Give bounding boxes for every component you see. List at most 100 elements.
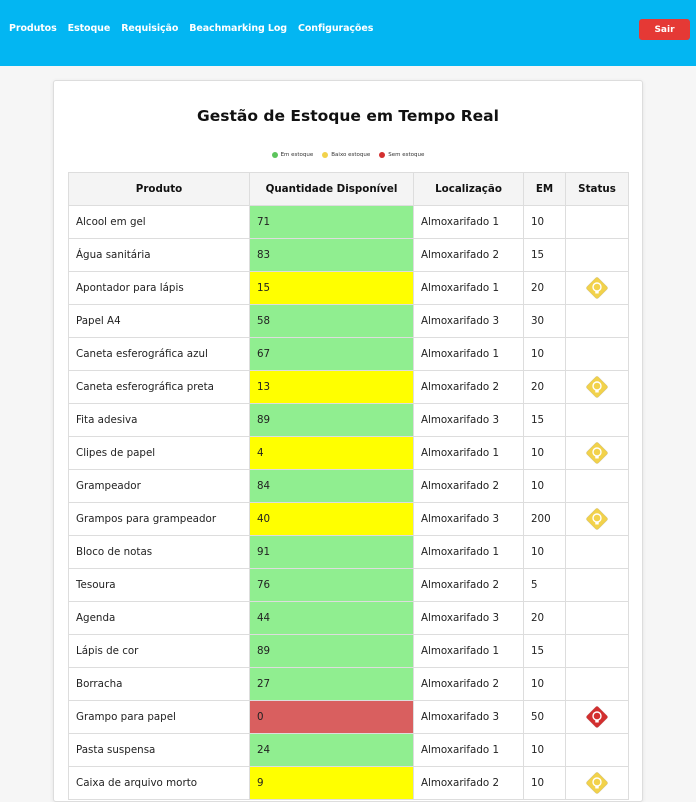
nav-benchmarking-log[interactable]: Beachmarking Log [189, 23, 287, 34]
table-row: Caneta esferográfica azul 67 Almoxarifado … [68, 337, 629, 371]
table-row: Tesoura 76 Almoxarifado 25 [68, 568, 629, 602]
cell-produto: Grampo para papel [68, 700, 250, 734]
cell-produto: Lápis de cor [68, 634, 250, 668]
cell-em: 50 [523, 700, 566, 734]
table-row: Fita adesiva 89 Almoxarifado 3 15 [68, 403, 629, 437]
cell-produto: Pasta suspensa [68, 733, 250, 767]
cell-status [565, 667, 629, 701]
cell-quantidade: 71 [249, 205, 414, 239]
cell-quantidade: 24 [249, 733, 414, 767]
cell-localizacao: Almoxarifado 2 [413, 469, 524, 503]
cell-quantidade: 76 [249, 568, 414, 602]
cell-status [565, 535, 629, 569]
cell-quantidade: 15 [249, 271, 414, 305]
cell-produto: Bloco de notas [68, 535, 250, 569]
cell-quantidade: 13 [249, 370, 414, 404]
legend-label: Sem estoque [388, 152, 425, 158]
page-title: Gestão de Estoque em Tempo Real [197, 107, 499, 125]
cell-status [565, 502, 629, 536]
nav-requisicao[interactable]: Requisição [121, 23, 178, 34]
cell-em: 15 [523, 403, 566, 437]
legend-item-baixo-estoque: Baixo estoque [322, 152, 370, 158]
critical-bulb-icon [581, 706, 613, 728]
cell-status [565, 403, 629, 437]
cell-quantidade: 40 [249, 502, 414, 536]
cell-em: 20 [523, 601, 566, 635]
cell-quantidade: 89 [249, 403, 414, 437]
cell-localizacao: Almoxarifado 3 [413, 304, 524, 338]
cell-produto: Fita adesiva [68, 403, 250, 437]
warning-bulb-icon [581, 376, 613, 398]
table-row: Papel A4 58 Almoxarifado 3 30 [68, 304, 629, 338]
warning-bulb-icon [581, 772, 613, 794]
table-row: Clipes de papel 4 Almoxarifado 1 10 [68, 436, 629, 470]
cell-produto: Grampeador [68, 469, 250, 503]
cell-em: 10 [523, 733, 566, 767]
legend-label: Em estoque [280, 152, 314, 158]
table-row: Grampos para grampeador 40 Almoxarifado 32… [68, 502, 629, 536]
warning-bulb-icon [581, 277, 613, 299]
cell-localizacao: Almoxarifado 3 [413, 700, 524, 734]
cell-produto: Caixa de arquivo morto [68, 766, 250, 800]
cell-em: 20 [523, 370, 566, 404]
legend-dot-yellow [322, 152, 329, 158]
column-header-em: EM [523, 172, 566, 206]
warning-bulb-icon [581, 442, 613, 464]
cell-produto: Apontador para lápis [68, 271, 250, 305]
cell-status [565, 436, 629, 470]
table-row: Borracha 27 Almoxarifado 2 10 [68, 667, 629, 701]
cell-produto: Agenda [68, 601, 250, 635]
table-row: Caneta esferográfica preta 13 Almoxarifado… [68, 370, 629, 404]
cell-produto: Borracha [68, 667, 250, 701]
column-header-status: Status [565, 172, 629, 206]
cell-quantidade: 9 [249, 766, 414, 800]
table-row: Caixa de arquivo morto 9 Almoxarifado 2 10 [68, 766, 629, 800]
warning-bulb-icon [581, 508, 613, 530]
cell-produto: Papel A4 [68, 304, 250, 338]
column-header-produto: Produto [68, 172, 250, 206]
cell-quantidade: 0 [249, 700, 414, 734]
cell-quantidade: 67 [249, 337, 414, 371]
cell-status [565, 271, 629, 305]
cell-quantidade: 4 [249, 436, 414, 470]
cell-localizacao: Almoxarifado 2 [413, 238, 524, 272]
cell-status [565, 601, 629, 635]
cell-produto: Tesoura [68, 568, 250, 602]
cell-localizacao: Almoxarifado 1 [413, 733, 524, 767]
column-header-localizacao: Localização [413, 172, 524, 206]
nav-estoque[interactable]: Estoque [68, 23, 111, 34]
cell-localizacao: Almoxarifado 2 [413, 766, 524, 800]
cell-em: 10 [523, 337, 566, 371]
logout-button[interactable]: Sair [639, 19, 690, 40]
cell-produto: Alcool em gel [68, 205, 250, 239]
cell-status [565, 766, 629, 800]
cell-localizacao: Almoxarifado 1 [413, 535, 524, 569]
cell-em: 10 [523, 469, 566, 503]
legend-item-em-estoque: Em estoque [271, 152, 314, 158]
nav-configuracoes[interactable]: Configurações [298, 23, 373, 34]
cell-quantidade: 89 [249, 634, 414, 668]
table-header-row: Produto Quantidade Disponível Localizaçã… [68, 172, 629, 206]
cell-localizacao: Almoxarifado 2 [413, 370, 524, 404]
cell-em: 5 [523, 568, 566, 602]
table-body: Alcool em gel 71 Almoxarifado 1 10 Água sani… [68, 205, 629, 800]
cell-em: 200 [523, 502, 566, 536]
cell-localizacao: Almoxarifado 1 [413, 271, 524, 305]
main-nav: Produtos Estoque Requisição Beachmarking… [9, 23, 373, 34]
stock-legend: Em estoque Baixo estoque Sem estoque [54, 152, 642, 158]
nav-produtos[interactable]: Produtos [9, 23, 57, 34]
cell-produto: Grampos para grampeador [68, 502, 250, 536]
cell-em: 15 [523, 634, 566, 668]
cell-em: 15 [523, 238, 566, 272]
table-row: Pasta suspensa 24 Almoxarifado 1 10 [68, 733, 629, 767]
table-row: Água sanitária 83 Almoxarifado 2 15 [68, 238, 629, 272]
cell-status [565, 304, 629, 338]
cell-localizacao: Almoxarifado 3 [413, 403, 524, 437]
cell-localizacao: Almoxarifado 2 [413, 568, 524, 602]
legend-label: Baixo estoque [331, 152, 371, 158]
cell-produto: Água sanitária [68, 238, 250, 272]
cell-quantidade: 58 [249, 304, 414, 338]
legend-dot-red [379, 152, 386, 158]
table-row: Lápis de cor 89 Almoxarifado 1 15 [68, 634, 629, 668]
cell-status [565, 238, 629, 272]
